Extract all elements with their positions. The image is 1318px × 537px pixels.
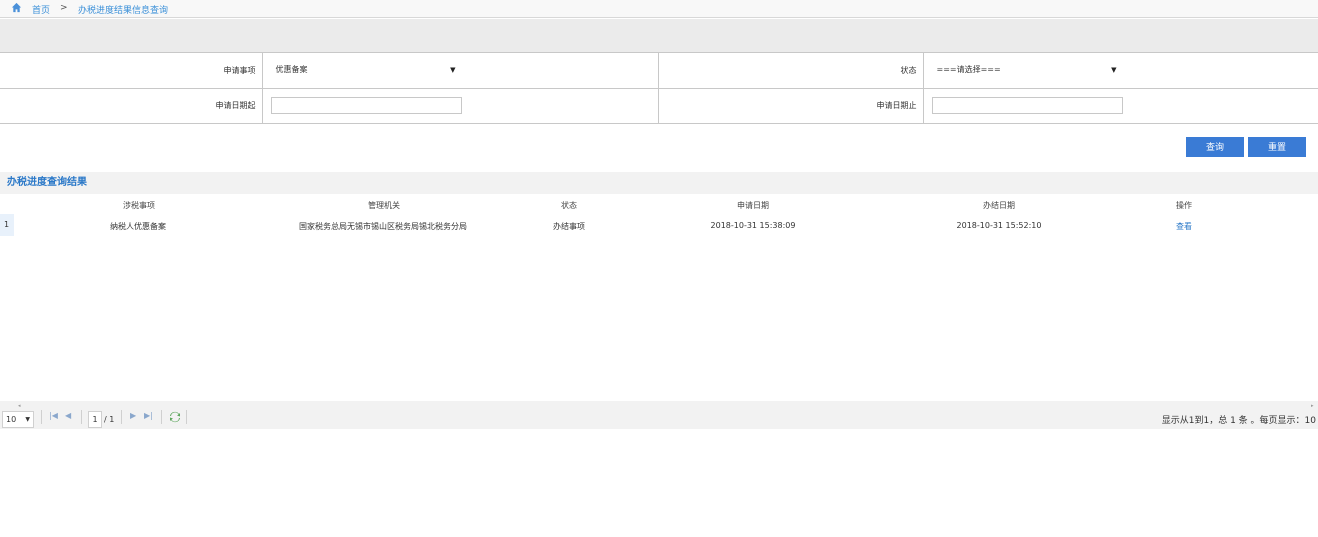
last-page-icon[interactable]: ▶|	[144, 411, 153, 420]
home-icon[interactable]	[11, 2, 22, 13]
table-header: 涉税事项 管理机关 状态 申请日期 办结日期 操作	[0, 197, 1318, 212]
column-header-finish-date[interactable]: 办结日期	[983, 200, 1015, 211]
next-page-icon[interactable]: ▶	[130, 411, 136, 420]
refresh-icon[interactable]	[169, 411, 181, 423]
page-size-select[interactable]: 10 ▼	[2, 411, 34, 428]
date-start-input[interactable]	[270, 97, 462, 114]
breadcrumb-separator: >	[60, 3, 68, 13]
view-link[interactable]: 查看	[1176, 221, 1192, 232]
breadcrumb-current[interactable]: 办税进度结果信息查询	[78, 3, 168, 16]
toolbar-band	[0, 19, 1318, 53]
breadcrumb: 首页 > 办税进度结果信息查询	[0, 0, 1318, 18]
cell-status: 办结事项	[553, 222, 585, 231]
column-header-apply-date[interactable]: 申请日期	[737, 200, 769, 211]
divider	[186, 410, 187, 424]
chevron-down-icon: ▼	[450, 66, 456, 75]
date-end-label: 申请日期止	[658, 88, 924, 124]
divider	[121, 410, 122, 424]
date-start-label: 申请日期起	[0, 88, 263, 124]
row-number: 1	[0, 214, 14, 236]
column-header-status[interactable]: 状态	[561, 200, 577, 211]
divider	[41, 410, 42, 424]
item-select[interactable]: 优惠备案 ▼	[270, 62, 461, 79]
result-title: 办税进度查询结果	[0, 172, 1318, 194]
query-button[interactable]: 查询	[1186, 137, 1244, 157]
page-number-input[interactable]: 1	[88, 411, 102, 428]
cell-office: 国家税务总局无锡市锡山区税务局锡北税务分局	[299, 222, 467, 231]
first-page-icon[interactable]: |◀	[49, 411, 58, 420]
divider	[161, 410, 162, 424]
chevron-down-icon: ▼	[25, 416, 30, 423]
item-select-value: 优惠备案	[275, 65, 308, 75]
prev-page-icon[interactable]: ◀	[65, 411, 71, 420]
scroll-right-icon[interactable]: ▸	[1311, 403, 1314, 409]
column-header-action[interactable]: 操作	[1176, 200, 1192, 211]
status-select[interactable]: ===请选择=== ▼	[931, 62, 1122, 79]
reset-button[interactable]: 重置	[1248, 137, 1306, 157]
cell-apply-date: 2018-10-31 15:38:09	[710, 221, 796, 230]
search-form: 申请事项 优惠备案 ▼ 状态 ===请选择=== ▼ 申请日期起 申请日期止	[0, 53, 1318, 124]
page-total: / 1	[104, 415, 115, 424]
table-row[interactable]: 1 纳税人优惠备案 国家税务总局无锡市锡山区税务局锡北税务分局 办结事项 201…	[0, 214, 1318, 236]
item-label: 申请事项	[0, 53, 263, 89]
chevron-down-icon: ▼	[1111, 66, 1117, 75]
column-header-item[interactable]: 涉税事项	[123, 200, 155, 211]
pagination-bar: ◂ ▸ 10 ▼ |◀ ◀ 1 / 1 ▶ ▶| 显示从1到1，总 1 条 。每…	[0, 401, 1318, 429]
status-select-value: ===请选择===	[936, 65, 1001, 75]
page-size-value: 10	[6, 415, 17, 424]
cell-item: 纳税人优惠备案	[110, 222, 166, 231]
cell-finish-date: 2018-10-31 15:52:10	[956, 221, 1042, 230]
breadcrumb-home-link[interactable]: 首页	[32, 3, 50, 16]
status-label: 状态	[658, 53, 924, 89]
pagination-summary: 显示从1到1，总 1 条 。每页显示：10	[1161, 416, 1316, 426]
column-header-office[interactable]: 管理机关	[368, 200, 400, 211]
divider	[81, 410, 82, 424]
date-end-input[interactable]	[931, 97, 1123, 114]
scroll-left-icon[interactable]: ◂	[18, 403, 21, 409]
